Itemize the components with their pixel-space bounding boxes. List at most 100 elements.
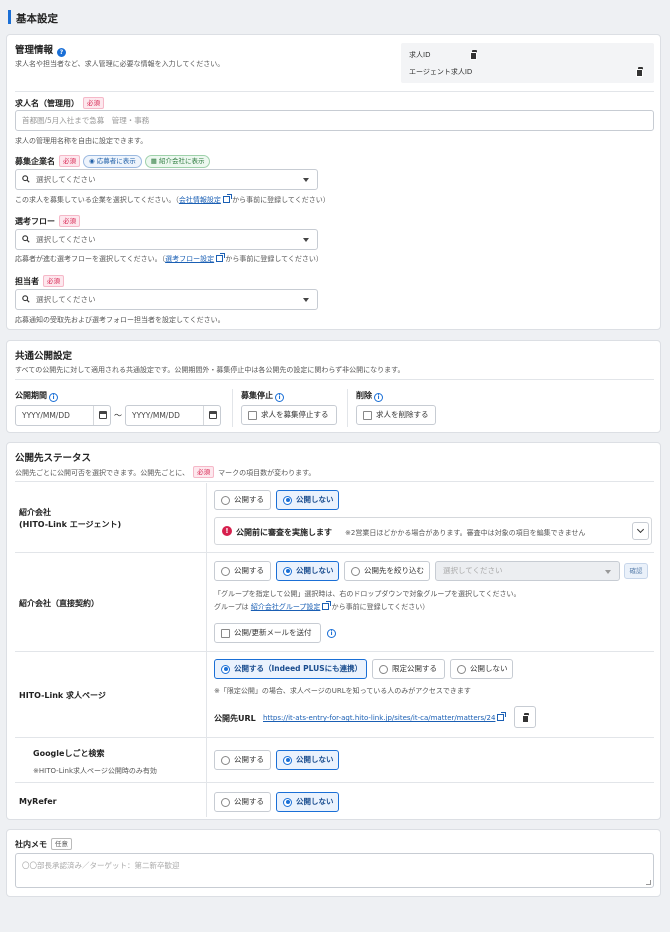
checkbox-box (221, 628, 230, 638)
agency-visible-badge: ▦ 紹介会社に表示 (144, 155, 211, 168)
agent-job-id-label: エージェント求人ID (409, 68, 473, 76)
google-public-label: 公開する (234, 755, 264, 764)
info-icon[interactable]: i (49, 393, 58, 402)
checkbox-box (363, 410, 372, 420)
divider (15, 552, 654, 553)
company-help-pre: この求人を募集している企業を選択してください。（ (15, 196, 179, 204)
applicant-visible-badge: ◉ 応募者に表示 (83, 155, 142, 168)
calendar-icon[interactable] (99, 411, 107, 419)
company-help-post: から事前に登録してください） (232, 196, 330, 204)
alert-icon: ! (222, 526, 232, 536)
myrefer-label: MyRefer (19, 797, 57, 806)
copy-url-button[interactable] (514, 706, 536, 728)
id-panel: 求人ID エージェント求人ID (401, 43, 654, 83)
review-notice-title: 公開前に審査を実施します (236, 528, 332, 537)
delete-label: 削除 i (356, 390, 383, 402)
hitolink-note: ※「限定公開」の場合、求人ページのURLを知っている人のみがアクセスできます (214, 687, 471, 695)
flow-select[interactable]: 選択してください (15, 229, 318, 250)
public-url-text[interactable]: https://it-ats-entry-for-agt.hito-link.j… (263, 714, 495, 722)
flow-help-pre: 応募者が進む選考フローを選択してください。（ (15, 255, 166, 263)
status-desc-pre: 公開先ごとに公開可否を選択できます。公開先ごとに、 (15, 469, 190, 477)
direct-note2-pre: グループは (214, 603, 249, 611)
flow-help-post: から事前に登録してください） (225, 255, 323, 263)
group-select[interactable]: 選択してください (435, 561, 620, 581)
public-url-link[interactable]: https://it-ats-entry-for-agt.hito-link.j… (263, 712, 507, 722)
google-public-radio[interactable]: 公開する (214, 750, 271, 770)
radio-dot (221, 797, 230, 807)
job-name-help: 求人の管理用名称を自由に設定できます。 (15, 137, 148, 145)
confirm-button[interactable]: 確認 (624, 563, 648, 579)
hitolink-limited-radio[interactable]: 限定公開する (372, 659, 445, 679)
stop-checkbox-label: 求人を募集停止する (261, 410, 329, 419)
agent-public-radio[interactable]: 公開する (214, 490, 271, 510)
chevron-down-icon[interactable] (632, 522, 649, 540)
agency-group-settings-link[interactable]: 紹介会社グループ設定 (251, 603, 321, 611)
common-desc: すべての公開先に対して適用される共通設定です。公開期間外・募集停止中は各公開先の… (15, 366, 405, 374)
direct-public-radio[interactable]: 公開する (214, 561, 271, 581)
myrefer-public-radio[interactable]: 公開する (214, 792, 271, 812)
divider (15, 782, 654, 783)
flow-settings-link[interactable]: 選考フロー設定 (165, 255, 214, 263)
owner-label-text: 担当者 (15, 277, 39, 286)
divider (15, 91, 654, 92)
status-title: 公開先ステータス (15, 453, 92, 464)
job-name-label: 求人名（管理用） 必須 (15, 97, 104, 109)
hitolink-private-label: 公開しない (470, 664, 508, 673)
radio-dot (283, 566, 292, 576)
external-link-icon (322, 601, 332, 610)
hitolink-public-radio[interactable]: 公開する（Indeed PLUSにも連携） (214, 659, 367, 679)
calendar-icon[interactable] (209, 411, 217, 419)
job-name-input[interactable]: 首都圏/5月入社まで急募 管理・事務 (15, 110, 654, 131)
copy-icon[interactable] (470, 50, 477, 60)
radio-dot (379, 664, 388, 674)
radio-dot (283, 755, 292, 765)
google-sub: ※HITO-Link求人ページ公開時のみ有効 (33, 767, 157, 775)
period-tilde: 〜 (114, 411, 122, 420)
external-link-icon (222, 194, 232, 203)
owner-select[interactable]: 選択してください (15, 289, 318, 310)
company-select[interactable]: 選択してください (15, 169, 318, 190)
delete-checkbox[interactable]: 求人を削除する (356, 405, 436, 425)
hitolink-private-radio[interactable]: 公開しない (450, 659, 513, 679)
period-end-input[interactable]: YYYY/MM/DD (125, 405, 221, 426)
status-desc-post: マークの項目数が変わります。 (218, 469, 316, 477)
myrefer-private-radio[interactable]: 公開しない (276, 792, 339, 812)
required-badge: 必須 (83, 97, 104, 109)
period-start-input[interactable]: YYYY/MM/DD (15, 405, 111, 426)
flow-help: 応募者が進む選考フローを選択してください。（選考フロー設定 から事前に登録してく… (15, 253, 323, 264)
mail-checkbox-label: 公開/更新メールを送付 (234, 628, 312, 637)
info-icon[interactable]: i (374, 393, 383, 402)
direct-public-label: 公開する (234, 566, 264, 575)
agent-label-line1: 紹介会社 (19, 508, 51, 517)
page-title: 基本設定 (16, 13, 58, 25)
direct-private-radio[interactable]: 公開しない (276, 561, 339, 581)
memo-textarea[interactable]: 〇〇部長承認済み／ターゲット：第二新卒歓迎 (15, 853, 654, 888)
flow-label-text: 選考フロー (15, 217, 55, 226)
copy-icon[interactable] (636, 67, 643, 77)
radio-dot (221, 664, 230, 674)
help-icon[interactable]: ? (57, 48, 67, 57)
period-end-placeholder: YYYY/MM/DD (132, 411, 180, 420)
radio-dot (221, 566, 230, 576)
agent-private-radio[interactable]: 公開しない (276, 490, 339, 510)
management-card: 管理情報? 求人名や担当者など、求人管理に必要な情報を入力してください。 求人I… (6, 34, 661, 330)
stop-checkbox[interactable]: 求人を募集停止する (241, 405, 337, 425)
group-placeholder: 選択してください (443, 566, 503, 575)
direct-narrow-radio[interactable]: 公開先を絞り込む (344, 561, 430, 581)
info-icon[interactable]: i (275, 393, 284, 402)
caret-down-icon (303, 298, 309, 302)
common-title: 共通公開設定 (15, 351, 73, 362)
radio-dot (221, 495, 230, 505)
company-settings-link[interactable]: 会社情報設定 (179, 196, 221, 204)
delete-checkbox-label: 求人を削除する (376, 410, 429, 419)
resize-handle-icon[interactable] (646, 880, 651, 885)
hitolink-label: HITO-Link 求人ページ (19, 691, 106, 700)
google-label: Googleしごと検索 (33, 749, 105, 758)
google-private-radio[interactable]: 公開しない (276, 750, 339, 770)
info-icon[interactable]: i (327, 629, 336, 638)
radio-dot (457, 664, 466, 674)
mail-checkbox[interactable]: 公開/更新メールを送付 (214, 623, 321, 643)
agent-label-line2: (HITO-Link エージェント) (19, 520, 122, 529)
search-icon (22, 295, 30, 303)
management-title-text: 管理情報 (15, 45, 54, 56)
